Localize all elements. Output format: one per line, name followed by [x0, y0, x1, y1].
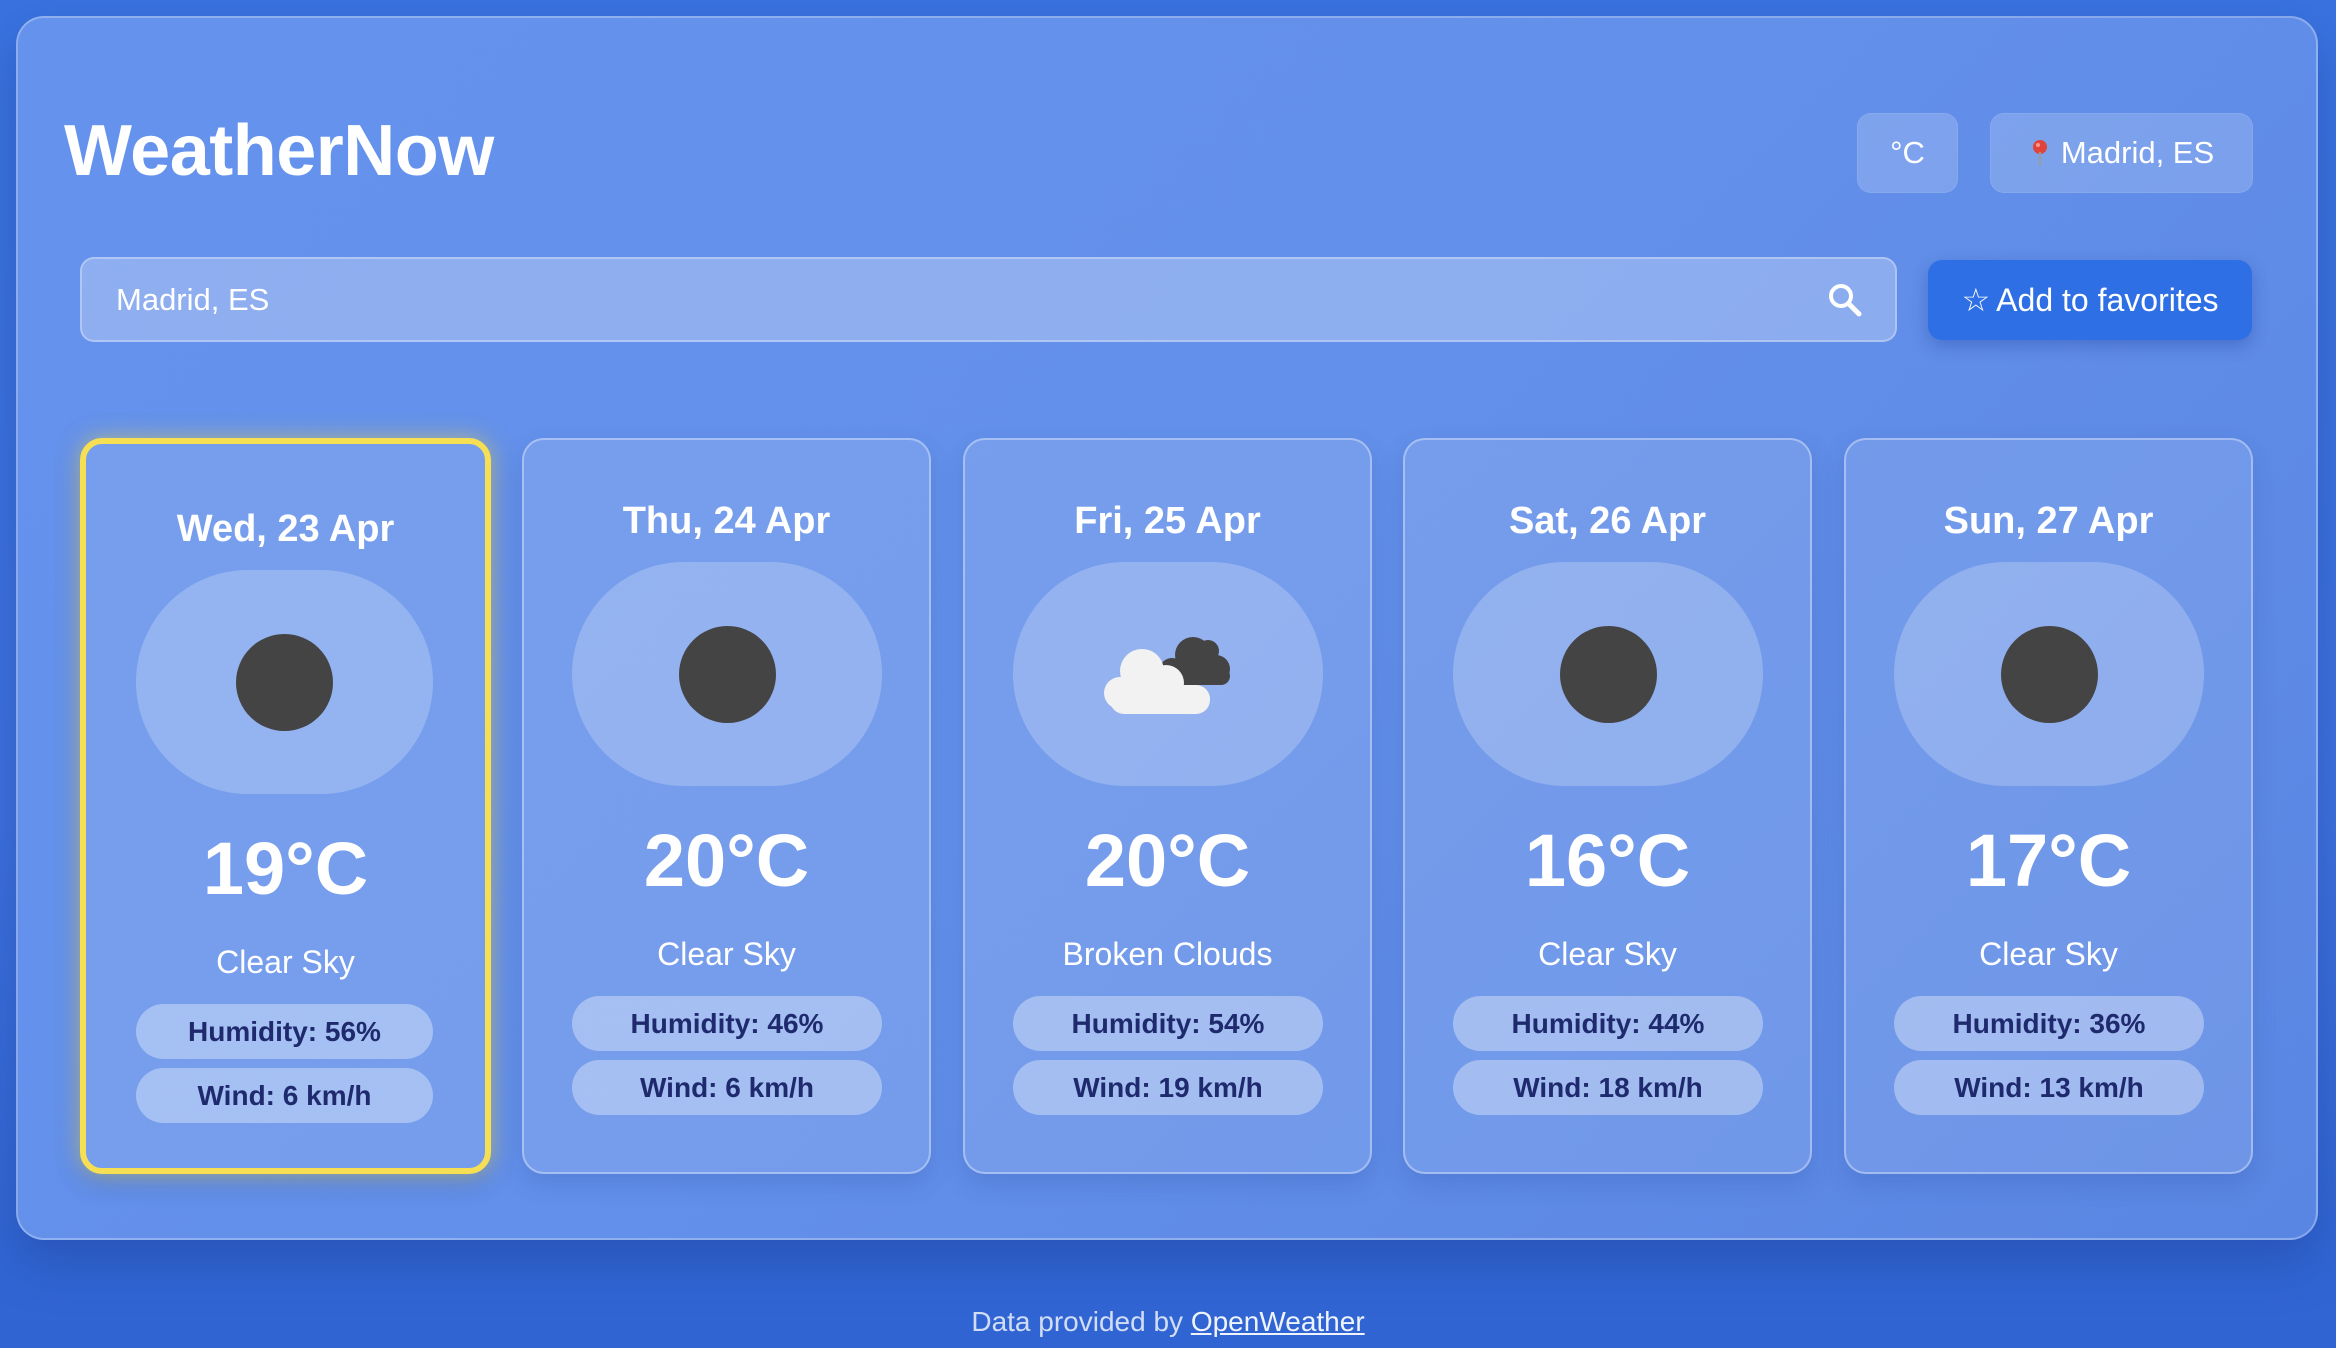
cloud-icon — [1104, 637, 1230, 714]
weather-icon-container — [1453, 562, 1763, 786]
forecast-desc: Clear Sky — [1979, 936, 2118, 972]
sun-icon — [1559, 625, 1657, 723]
forecast-card[interactable]: Fri, 25 Apr 20°C Broken Clouds Humidity:… — [963, 438, 1372, 1174]
sun-icon — [678, 625, 776, 723]
weather-icon-container — [1013, 562, 1323, 786]
search-bar — [80, 257, 1897, 342]
wind-chip: Wind: 13 km/h — [1894, 1060, 2204, 1115]
forecast-temp: 16°C — [1524, 819, 1691, 902]
location-button[interactable]: Madrid, ES — [1990, 113, 2253, 193]
weather-icon-container — [136, 570, 433, 794]
forecast-desc: Broken Clouds — [1062, 936, 1273, 972]
forecast-day: Wed, 23 Apr — [176, 508, 395, 550]
forecast-day: Thu, 24 Apr — [622, 500, 831, 542]
wind-chip: Wind: 19 km/h — [1013, 1060, 1323, 1115]
weather-icon-container — [1894, 562, 2204, 786]
sun-icon — [2000, 625, 2098, 723]
location-label: Madrid, ES — [2060, 135, 2215, 170]
add-to-favorites-button[interactable]: ☆ Add to favorites — [1928, 260, 2252, 340]
footer: Data provided by OpenWeather — [0, 1306, 2336, 1338]
openweather-link[interactable]: OpenWeather — [1191, 1306, 1365, 1337]
humidity-chip: Humidity: 44% — [1453, 996, 1763, 1051]
humidity-chip: Humidity: 36% — [1894, 996, 2204, 1051]
app-title: WeatherNow — [64, 111, 494, 191]
unit-toggle-button[interactable]: °C — [1857, 113, 1958, 193]
pin-icon — [2032, 140, 2047, 166]
forecast-temp: 17°C — [1965, 819, 2132, 902]
star-icon: ☆ — [1961, 282, 1991, 318]
add-to-favorites-label: Add to favorites — [1996, 281, 2219, 318]
search-input[interactable] — [116, 281, 1825, 318]
wind-chip: Wind: 6 km/h — [572, 1060, 882, 1115]
forecast-desc: Clear Sky — [216, 944, 355, 980]
humidity-chip: Humidity: 56% — [136, 1004, 433, 1059]
forecast-desc: Clear Sky — [657, 936, 796, 972]
wind-chip: Wind: 18 km/h — [1453, 1060, 1763, 1115]
forecast-day: Fri, 25 Apr — [1074, 500, 1261, 542]
forecast-card[interactable]: Wed, 23 Apr 19°C Clear Sky Humidity: 56%… — [80, 438, 491, 1174]
humidity-chip: Humidity: 46% — [572, 996, 882, 1051]
humidity-chip: Humidity: 54% — [1013, 996, 1323, 1051]
forecast-day: Sun, 27 Apr — [1943, 500, 2154, 542]
forecast-card[interactable]: Sun, 27 Apr 17°C Clear Sky Humidity: 36%… — [1844, 438, 2253, 1174]
wind-chip: Wind: 6 km/h — [136, 1068, 433, 1123]
forecast-temp: 20°C — [1084, 819, 1251, 902]
sun-icon — [236, 633, 333, 731]
search-icon[interactable] — [1825, 280, 1865, 320]
forecast-temp: 19°C — [202, 827, 369, 910]
footer-prefix: Data provided by — [971, 1306, 1184, 1337]
forecast-card[interactable]: Sat, 26 Apr 16°C Clear Sky Humidity: 44%… — [1403, 438, 1812, 1174]
forecast-day: Sat, 26 Apr — [1508, 500, 1707, 542]
weather-icon-container — [572, 562, 882, 786]
forecast-card[interactable]: Thu, 24 Apr 20°C Clear Sky Humidity: 46%… — [522, 438, 931, 1174]
forecast-desc: Clear Sky — [1538, 936, 1677, 972]
forecast-temp: 20°C — [643, 819, 810, 902]
